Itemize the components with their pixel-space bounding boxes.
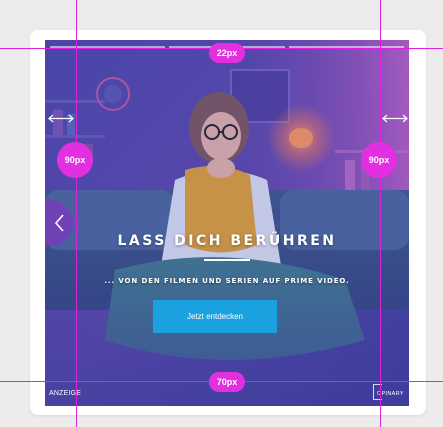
right-gap-badge: 90px	[361, 142, 397, 178]
top-gap-badge: 22px	[209, 43, 245, 63]
headline-divider	[204, 259, 250, 261]
ad-subline: ... VON DEN FILMEN UND SERIEN AUF PRIME …	[104, 277, 350, 285]
background-photo	[45, 40, 409, 406]
ad-headline: LASS DICH BERÜHREN	[117, 233, 337, 249]
bottom-gap-badge: 70px	[209, 372, 245, 392]
brand-logo[interactable]: OPINARY	[373, 384, 405, 400]
guide-right	[380, 0, 381, 427]
brand-logo-text: OPINARY	[377, 391, 404, 397]
cta-button[interactable]: Jetzt entdecken	[153, 300, 277, 333]
chevron-left-icon	[54, 214, 64, 232]
double-arrow-icon	[48, 114, 74, 123]
canvas: LASS DICH BERÜHREN ... VON DEN FILMEN UN…	[0, 0, 443, 427]
left-gap-badge: 90px	[57, 142, 93, 178]
guide-left	[76, 0, 77, 427]
ad-creative[interactable]: LASS DICH BERÜHREN ... VON DEN FILMEN UN…	[45, 40, 409, 406]
double-arrow-icon	[382, 114, 408, 123]
